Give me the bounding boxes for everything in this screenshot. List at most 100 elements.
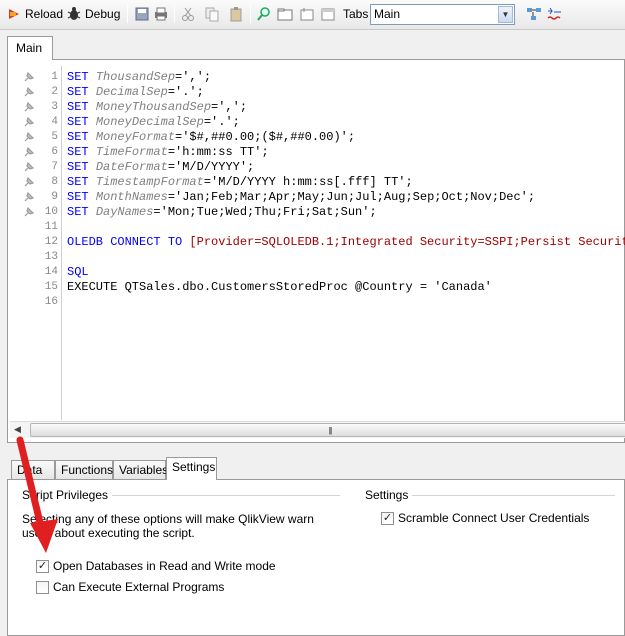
search-icon[interactable] (256, 6, 272, 22)
tab-data-label: Data (17, 463, 43, 477)
copy-icon[interactable] (204, 6, 220, 22)
code-token: TimeFormat (95, 145, 168, 159)
code-token: SET (67, 85, 89, 99)
code-token: ='h:mm:ss TT'; (167, 145, 269, 159)
code-token: EXECUTE QTSales.dbo.CustomersStoredProc … (67, 280, 492, 294)
line-number: 15 (44, 281, 58, 293)
scramble-credentials-checkbox[interactable]: ✓ (381, 511, 394, 525)
scrollbar-thumb[interactable]: ||| (30, 423, 625, 437)
code-token: SQL (67, 265, 89, 279)
line-number: 13 (44, 251, 58, 263)
bookmark-pin-icon (24, 116, 35, 127)
bookmark-pin-icon (24, 191, 35, 202)
dropdown-arrow-icon[interactable]: ▼ (498, 6, 513, 23)
code-token: =','; (211, 100, 248, 114)
bookmark-pin-icon (24, 101, 35, 112)
code-token: SET (67, 190, 89, 204)
script-editor[interactable]: SET ThousandSep=','; SET DecimalSep='.'; S… (62, 66, 625, 420)
tab-settings-label: Settings (172, 460, 216, 474)
execute-external-row[interactable]: Can Execute External Programs (36, 580, 224, 594)
code-token: SET (67, 205, 89, 219)
code-token: SET (67, 115, 89, 129)
code-token: MoneyThousandSep (95, 100, 212, 114)
code-line: SET DayNames='Mon;Tue;Wed;Thu;Fri;Sat;Su… (67, 205, 377, 220)
tab-data[interactable]: Data (11, 460, 55, 479)
execute-external-checkbox[interactable] (36, 580, 49, 594)
line-number: 11 (44, 221, 58, 233)
code-token: TimestampFormat (95, 175, 204, 189)
open-databases-checkbox[interactable]: ✓ (36, 559, 49, 573)
code-line: SET TimeFormat='h:mm:ss TT'; (67, 145, 269, 160)
bookmark-pin-icon (24, 131, 35, 142)
code-token: SET (67, 175, 89, 189)
code-token: MoneyFormat (95, 130, 176, 144)
line-number: 16 (44, 296, 58, 308)
toolbar: Reload Debug Tabs Main ▼ (0, 0, 625, 30)
scramble-credentials-label: Scramble Connect User Credentials (398, 511, 590, 525)
bookmark-pin-icon (24, 86, 35, 97)
code-token: [Provider=SQLOLEDB.1;Integrated Security… (182, 235, 625, 249)
code-line: EXECUTE QTSales.dbo.CustomersStoredProc … (67, 280, 492, 295)
code-token: ='Mon;Tue;Wed;Thu;Fri;Sat;Sun'; (153, 205, 377, 219)
code-token: ='$#,##0.00;($#,##0.00)'; (175, 130, 356, 144)
code-token: SET (67, 145, 89, 159)
tab-functions[interactable]: Functions (55, 460, 113, 479)
code-line: SQL (67, 265, 89, 280)
code-token: ='Jan;Feb;Mar;Apr;May;Jun;Jul;Aug;Sep;Oc… (167, 190, 536, 204)
code-line: SET MoneyDecimalSep='.'; (67, 115, 240, 130)
toolbar-separator (127, 5, 128, 23)
reload-label: Reload (25, 7, 64, 21)
tab-functions-label: Functions (61, 463, 114, 477)
code-token: DecimalSep (95, 85, 168, 99)
code-line: SET DecimalSep='.'; (67, 85, 204, 100)
toolbar-separator (174, 5, 175, 23)
code-token: SET (67, 130, 89, 144)
code-token: MoneyDecimalSep (95, 115, 204, 129)
debug-button[interactable]: Debug (66, 4, 120, 24)
folder-icon[interactable] (277, 6, 293, 22)
privileges-description: Selecting any of these options will make… (22, 512, 314, 540)
print-icon[interactable] (153, 6, 169, 22)
tab-settings[interactable]: Settings (166, 457, 217, 480)
cut-icon[interactable] (180, 6, 196, 22)
code-line: OLEDB CONNECT TO [Provider=SQLOLEDB.1;In… (67, 235, 625, 250)
save-icon[interactable] (134, 6, 150, 22)
code-token: ='.'; (167, 85, 204, 99)
bookmark-pin-icon (24, 146, 35, 157)
tab-window-icon[interactable] (320, 6, 336, 22)
open-databases-row[interactable]: ✓ Open Databases in Read and Write mode (36, 559, 276, 573)
code-line: SET MoneyFormat='$#,##0.00;($#,##0.00)'; (67, 130, 355, 145)
add-tab-icon[interactable] (299, 6, 315, 22)
bookmark-pin-icon (24, 206, 35, 217)
script-privileges-title: Script Privileges (22, 488, 113, 502)
code-token: SET (67, 100, 89, 114)
table-links-icon[interactable] (526, 6, 542, 22)
scroll-left-icon[interactable]: ◀ (14, 424, 21, 435)
line-number-gutter: 1 2 3 4 5 6 7 8 9 10 11 12 13 14 15 16 (10, 66, 62, 420)
tabs-dropdown[interactable]: Main ▼ (370, 4, 515, 25)
syntax-check-icon[interactable] (547, 6, 563, 22)
settings-panel (7, 479, 625, 636)
code-line: SET ThousandSep=','; (67, 70, 211, 85)
code-line: SET MoneyThousandSep=','; (67, 100, 247, 115)
code-token: SET (67, 160, 89, 174)
scramble-credentials-row[interactable]: ✓ Scramble Connect User Credentials (381, 511, 589, 525)
line-number: 14 (44, 266, 58, 278)
tab-variables[interactable]: Variables (113, 460, 169, 479)
paste-icon[interactable] (228, 6, 244, 22)
horizontal-scrollbar[interactable]: ◀ ||| (10, 421, 625, 438)
code-token: ='M/D/YYYY'; (167, 160, 255, 174)
open-databases-label: Open Databases in Read and Write mode (53, 559, 276, 573)
bookmark-pin-icon (24, 71, 35, 82)
reload-icon (9, 9, 19, 19)
reload-button[interactable]: Reload (6, 4, 63, 24)
tab-variables-label: Variables (119, 463, 169, 477)
tab-main[interactable]: Main (7, 36, 53, 60)
code-token: DayNames (95, 205, 154, 219)
line-number: 12 (44, 236, 58, 248)
debug-bug-icon (67, 7, 81, 20)
code-token: OLEDB CONNECT TO (67, 235, 183, 249)
execute-external-label: Can Execute External Programs (53, 580, 225, 594)
code-token: ='M/D/YYYY h:mm:ss[.fff] TT'; (203, 175, 413, 189)
code-line: SET DateFormat='M/D/YYYY'; (67, 160, 254, 175)
